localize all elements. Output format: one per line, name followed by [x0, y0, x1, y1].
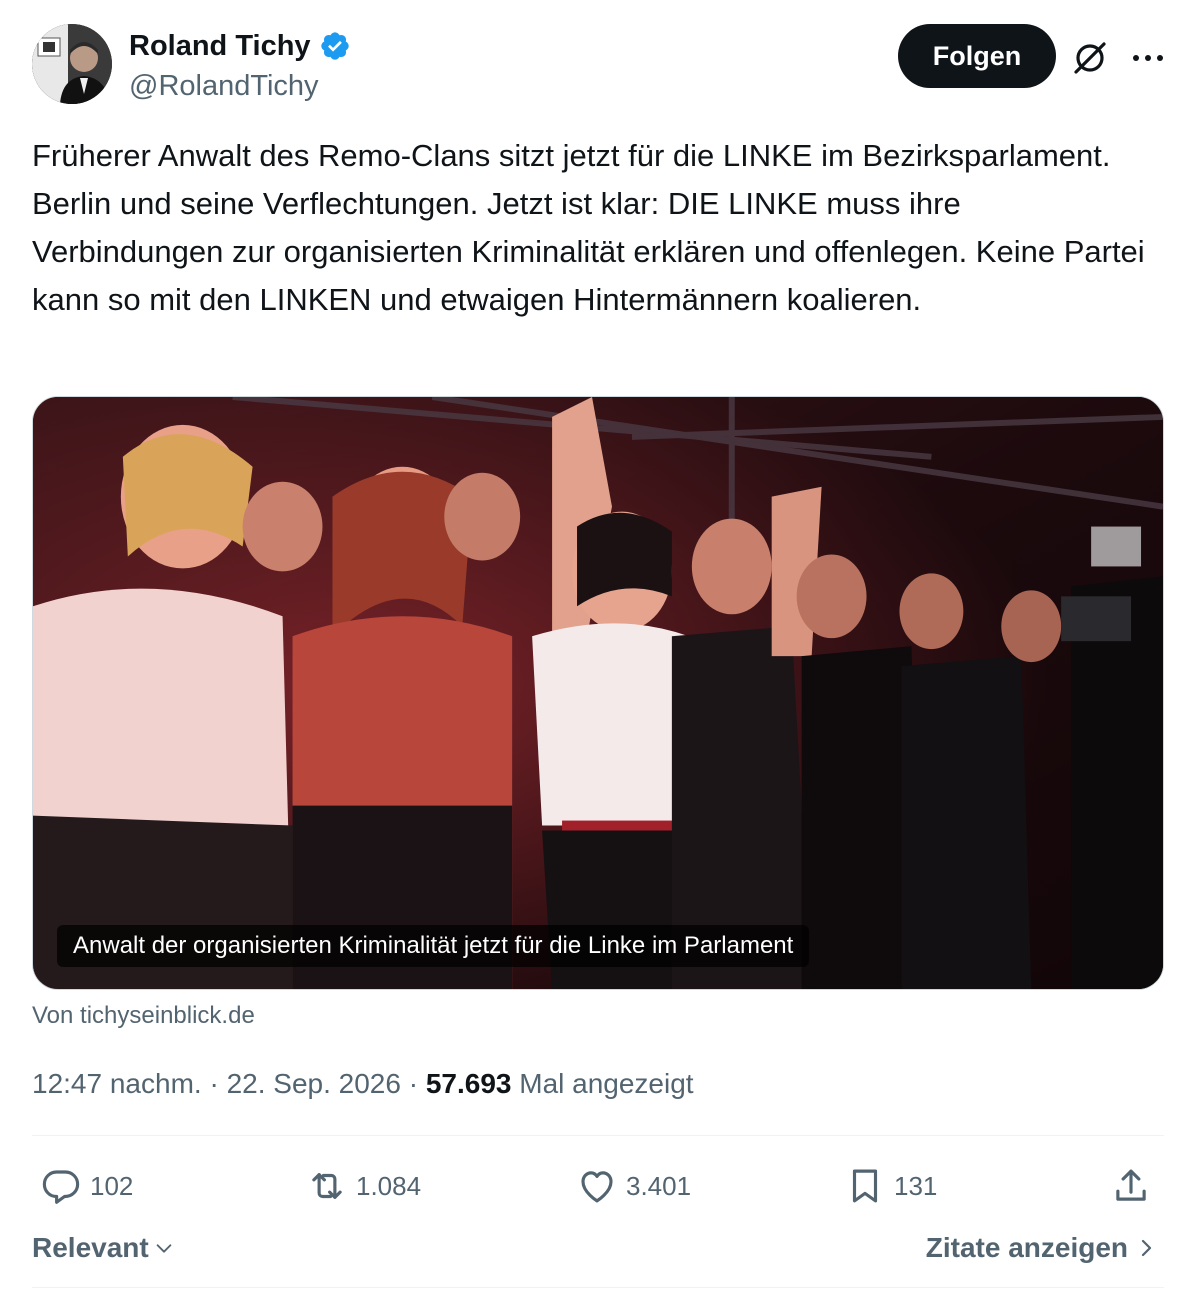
grok-icon[interactable]: [1070, 38, 1110, 78]
reply-button[interactable]: 102: [40, 1160, 133, 1212]
share-button[interactable]: [1110, 1160, 1152, 1212]
chevron-right-icon: [1141, 1239, 1152, 1257]
tweet-meta: 12:47 nachm. · 22. Sep. 2026 · 57.693 Ma…: [32, 1066, 694, 1102]
follow-button[interactable]: Folgen: [898, 24, 1056, 88]
bookmark-icon: [852, 1169, 878, 1203]
author-handle[interactable]: @RolandTichy: [129, 66, 351, 106]
tweet-text: Früherer Anwalt des Remo-Clans sitzt jet…: [32, 138, 1154, 317]
view-quotes-link[interactable]: Zitate anzeigen: [926, 1226, 1156, 1270]
share-icon: [1116, 1169, 1146, 1201]
sort-label: Relevant: [32, 1232, 149, 1263]
like-count: 3.401: [626, 1170, 692, 1201]
link-card[interactable]: Anwalt der organisierten Kriminalität je…: [32, 396, 1164, 990]
meta-separator: ·: [408, 1068, 419, 1099]
card-caption: Anwalt der organisierten Kriminalität je…: [57, 925, 810, 967]
action-bar: 102 1.084 3.401 131: [32, 1160, 1164, 1212]
chevron-down-icon: [156, 1244, 172, 1253]
like-icon: [581, 1171, 613, 1203]
card-image: [33, 397, 1163, 989]
meta-separator: ·: [209, 1068, 219, 1099]
bookmark-count: 131: [894, 1170, 938, 1201]
tweet-date[interactable]: 22. Sep. 2026: [227, 1068, 401, 1099]
views-count: 57.693: [425, 1068, 512, 1099]
tweet-header: Roland Tichy @RolandTichy Folgen: [32, 24, 1164, 104]
repost-button[interactable]: 1.084: [306, 1160, 421, 1212]
sort-dropdown[interactable]: Relevant: [32, 1226, 175, 1270]
verified-badge-icon: [320, 32, 349, 60]
views-label: Mal angezeigt: [519, 1068, 694, 1099]
replies-footer: Relevant Zitate anzeigen: [32, 1226, 1164, 1270]
repost-count: 1.084: [356, 1170, 422, 1201]
divider: [32, 1135, 1164, 1136]
quotes-label: Zitate anzeigen: [925, 1232, 1128, 1263]
reply-icon: [42, 1170, 80, 1204]
card-source[interactable]: Von tichyseinblick.de: [32, 1000, 255, 1032]
author-display-name[interactable]: Roland Tichy: [129, 28, 311, 64]
repost-icon: [312, 1173, 342, 1199]
author-info: Roland Tichy @RolandTichy: [129, 28, 351, 106]
bookmark-button[interactable]: 131: [844, 1160, 937, 1212]
more-icon[interactable]: [1128, 38, 1168, 78]
like-button[interactable]: 3.401: [576, 1160, 691, 1212]
tweet-time[interactable]: 12:47 nachm.: [32, 1068, 202, 1099]
divider: [32, 1287, 1164, 1288]
avatar[interactable]: [32, 24, 112, 104]
reply-count: 102: [90, 1170, 134, 1201]
